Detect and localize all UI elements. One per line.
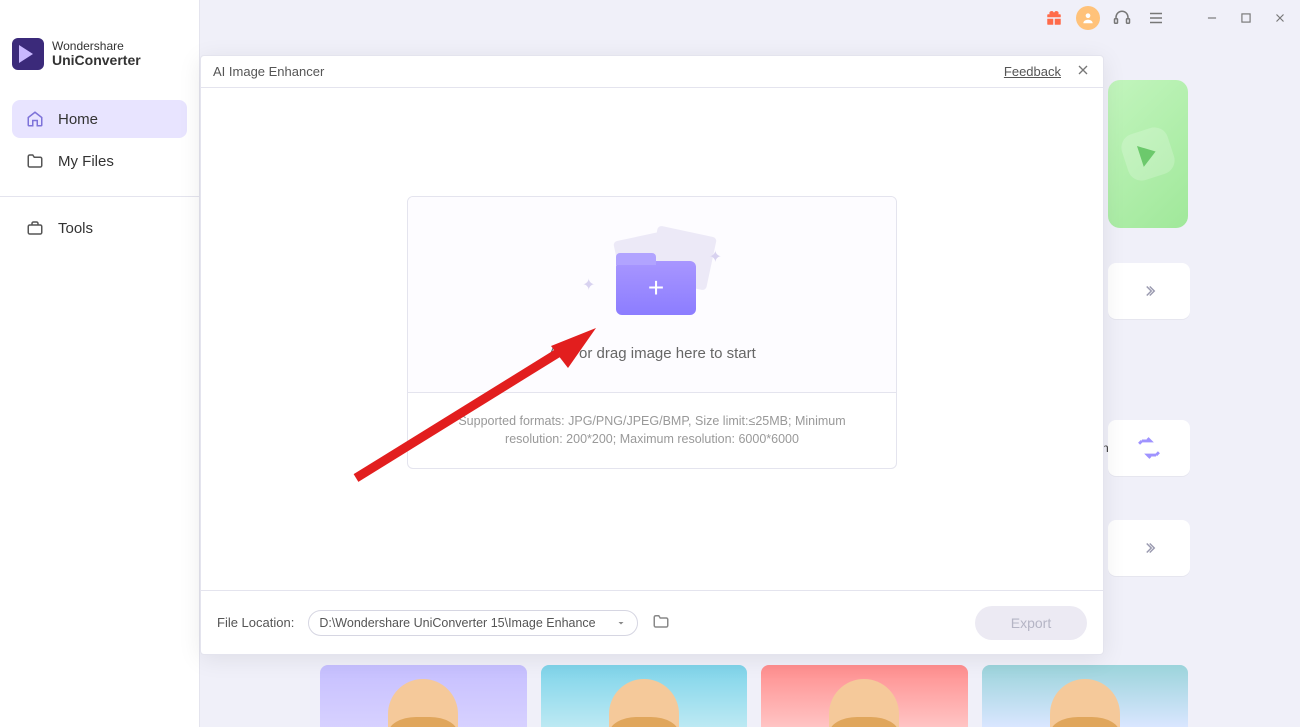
nav-tools-label: Tools [58,220,93,237]
nav-my-files-label: My Files [58,153,114,170]
headset-icon[interactable] [1110,6,1134,30]
chevron-down-icon [615,617,627,629]
ai-image-enhancer-modal: AI Image Enhancer Feedback + ✦ ✦ Add or … [200,55,1104,655]
drop-zone-info: Supported formats: JPG/PNG/JPEG/BMP, Siz… [408,392,896,468]
drop-zone[interactable]: + ✦ ✦ Add or drag image here to start Su… [407,196,897,469]
thumb-1[interactable] [320,665,527,727]
thumb-3[interactable] [761,665,968,727]
folder-icon [26,152,44,170]
close-window-icon[interactable] [1268,6,1292,30]
bg-row-1[interactable] [1108,263,1190,319]
folder-plus-icon: + ✦ ✦ [582,231,722,319]
bg-row-3[interactable] [1108,520,1190,576]
nav-my-files[interactable]: My Files [12,142,187,180]
export-button-label: Export [1011,615,1051,631]
thumbnail-strip [320,665,1188,727]
drop-zone-top: + ✦ ✦ Add or drag image here to start [408,197,896,392]
bg-green-card [1108,80,1188,228]
titlebar [1042,6,1292,30]
modal-header: AI Image Enhancer Feedback [201,56,1103,88]
brand: Wondershare UniConverter [0,38,199,100]
export-button[interactable]: Export [975,606,1087,640]
primary-nav: Home My Files [0,100,199,197]
sidebar: Wondershare UniConverter Home My Files T… [0,0,200,727]
modal-footer: File Location: D:\Wondershare UniConvert… [201,590,1103,654]
modal-title: AI Image Enhancer [213,64,324,79]
tools-group: Tools [0,211,199,245]
brand-text: Wondershare UniConverter [52,40,141,67]
nav-home[interactable]: Home [12,100,187,138]
file-location-select[interactable]: D:\Wondershare UniConverter 15\Image Enh… [308,610,638,636]
minimize-icon[interactable] [1200,6,1224,30]
brand-logo-icon [12,38,44,70]
feedback-link[interactable]: Feedback [1004,64,1061,79]
brand-line2: UniConverter [52,52,141,68]
gift-icon[interactable] [1042,6,1066,30]
home-icon [26,110,44,128]
close-icon[interactable] [1075,62,1091,81]
play-tile-icon [1118,124,1178,184]
file-location-label: File Location: [217,615,294,630]
nav-tools[interactable]: Tools [12,211,187,245]
nav-home-label: Home [58,111,98,128]
drop-zone-text: Add or drag image here to start [548,345,756,362]
thumb-4[interactable] [982,665,1189,727]
modal-body: + ✦ ✦ Add or drag image here to start Su… [201,88,1103,590]
avatar-icon[interactable] [1076,6,1100,30]
hamburger-icon[interactable] [1144,6,1168,30]
maximize-icon[interactable] [1234,6,1258,30]
toolbox-icon [26,219,44,237]
bg-row-2[interactable]: n [1108,420,1190,476]
open-folder-button[interactable] [652,612,670,633]
file-location-value: D:\Wondershare UniConverter 15\Image Enh… [319,616,595,630]
thumb-2[interactable] [541,665,748,727]
